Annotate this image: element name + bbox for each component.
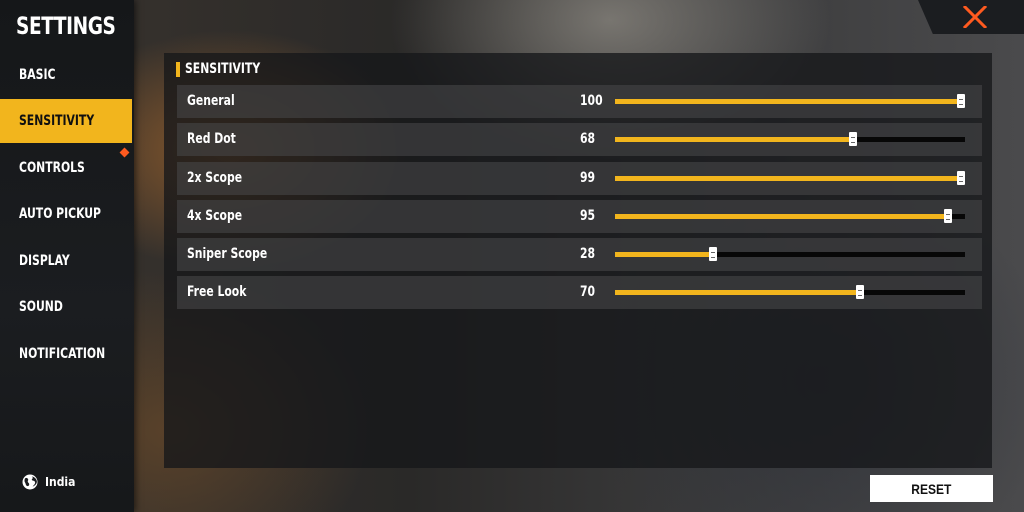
sidebar-item-basic[interactable]: BASIC — [0, 53, 132, 97]
slider-fill — [615, 290, 860, 295]
slider-row-free-look: Free Look 70 — [177, 276, 982, 309]
sidebar-item-sound[interactable]: SOUND — [0, 285, 132, 329]
sensitivity-panel: SENSITIVITY General 100 Red Dot 68 2x Sc… — [164, 53, 992, 468]
slider-thumb[interactable] — [709, 247, 717, 261]
slider-label: Free Look — [187, 284, 247, 300]
slider-value: 28 — [580, 246, 596, 262]
sidebar-item-notification[interactable]: NOTIFICATION — [0, 332, 132, 376]
sidebar-item-sensitivity[interactable]: SENSITIVITY — [0, 99, 132, 143]
slider-label: 2x Scope — [187, 170, 243, 186]
slider-track[interactable] — [615, 94, 965, 108]
reset-button[interactable]: RESET — [870, 475, 993, 502]
slider-thumb[interactable] — [943, 209, 952, 223]
close-icon[interactable] — [962, 4, 988, 30]
page-title: SETTINGS — [16, 12, 116, 40]
sidebar-item-label: SENSITIVITY — [19, 113, 95, 129]
slider-row-4x-scope: 4x Scope 95 — [177, 200, 982, 233]
section-title: SENSITIVITY — [185, 61, 261, 77]
slider-track[interactable] — [615, 209, 965, 223]
slider-fill — [615, 252, 713, 257]
reset-button-label: RESET — [911, 480, 952, 497]
globe-icon — [22, 474, 38, 490]
sidebar-item-controls[interactable]: CONTROLS — [0, 146, 132, 190]
slider-thumb[interactable] — [856, 285, 864, 299]
slider-row-red-dot: Red Dot 68 — [177, 123, 982, 156]
section-accent-bar — [176, 61, 180, 77]
sidebar-item-label: CONTROLS — [19, 160, 85, 176]
sidebar-item-label: NOTIFICATION — [19, 346, 106, 362]
slider-label: Sniper Scope — [187, 246, 268, 262]
region-label: India — [45, 475, 76, 489]
region-selector[interactable]: India — [22, 474, 75, 490]
slider-thumb[interactable] — [849, 132, 857, 146]
slider-thumb[interactable] — [957, 94, 965, 108]
slider-track[interactable] — [615, 285, 965, 299]
slider-track[interactable] — [615, 132, 965, 146]
slider-thumb[interactable] — [957, 171, 965, 185]
sidebar-item-auto-pickup[interactable]: AUTO PICKUP — [0, 192, 132, 236]
slider-fill — [615, 137, 853, 142]
slider-row-sniper-scope: Sniper Scope 28 — [177, 238, 982, 271]
sidebar-item-display[interactable]: DISPLAY — [0, 239, 132, 283]
slider-track[interactable] — [615, 171, 965, 185]
slider-fill — [615, 214, 948, 219]
slider-value: 68 — [580, 131, 596, 147]
section-header: SENSITIVITY — [176, 61, 272, 77]
slider-track[interactable] — [615, 247, 965, 261]
slider-value: 95 — [580, 208, 596, 224]
sidebar-item-label: AUTO PICKUP — [19, 206, 102, 222]
slider-row-2x-scope: 2x Scope 99 — [177, 162, 982, 195]
slider-row-general: General 100 — [177, 85, 982, 118]
slider-fill — [615, 99, 961, 104]
sidebar-item-label: BASIC — [19, 67, 56, 83]
slider-label: General — [187, 93, 235, 109]
slider-value: 70 — [580, 284, 596, 300]
slider-label: Red Dot — [187, 131, 236, 147]
slider-value: 99 — [580, 170, 596, 186]
sidebar-item-label: SOUND — [19, 299, 63, 315]
slider-value: 100 — [580, 93, 603, 109]
sidebar-item-label: DISPLAY — [19, 253, 70, 269]
sidebar: SETTINGS BASIC SENSITIVITY CONTROLS AUTO… — [0, 0, 134, 512]
slider-fill — [615, 176, 961, 181]
slider-label: 4x Scope — [187, 208, 243, 224]
